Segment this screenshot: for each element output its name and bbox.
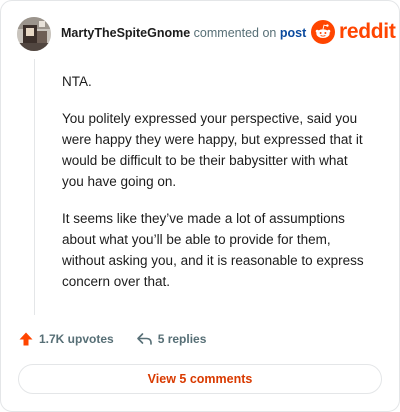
comment-paragraph: It seems like they’ve made a lot of assu… <box>62 211 364 289</box>
replies-button[interactable]: 5 replies <box>136 331 207 347</box>
upvote-arrow-icon <box>19 332 33 346</box>
comment-paragraph: NTA. <box>62 74 92 89</box>
comment-card: MartyTheSpiteGnome commented on post red… <box>0 0 400 412</box>
thread-line[interactable] <box>34 59 35 315</box>
upvote-count: 1.7K upvotes <box>39 332 114 346</box>
reddit-snoo-icon <box>311 20 335 44</box>
comment-paragraph: You politely expressed your perspective,… <box>62 111 363 189</box>
view-comments-button[interactable]: View 5 comments <box>18 364 382 394</box>
commented-on-text: commented on <box>193 26 277 40</box>
post-link[interactable]: post <box>280 26 306 40</box>
reddit-wordmark: reddit <box>339 20 396 43</box>
replies-count: 5 replies <box>157 332 207 346</box>
comment-header: MartyTheSpiteGnome commented on post <box>61 25 306 41</box>
upvote-button[interactable]: 1.7K upvotes <box>18 331 114 347</box>
comment-actions: 1.7K upvotes 5 replies <box>18 331 206 347</box>
comment-body: NTA. You politely expressed your perspec… <box>62 71 372 308</box>
reddit-logo[interactable]: reddit <box>311 20 396 44</box>
username-link[interactable]: MartyTheSpiteGnome <box>61 26 190 40</box>
avatar-image <box>17 17 51 51</box>
reply-arrow-icon <box>136 333 152 345</box>
avatar[interactable] <box>17 17 51 51</box>
